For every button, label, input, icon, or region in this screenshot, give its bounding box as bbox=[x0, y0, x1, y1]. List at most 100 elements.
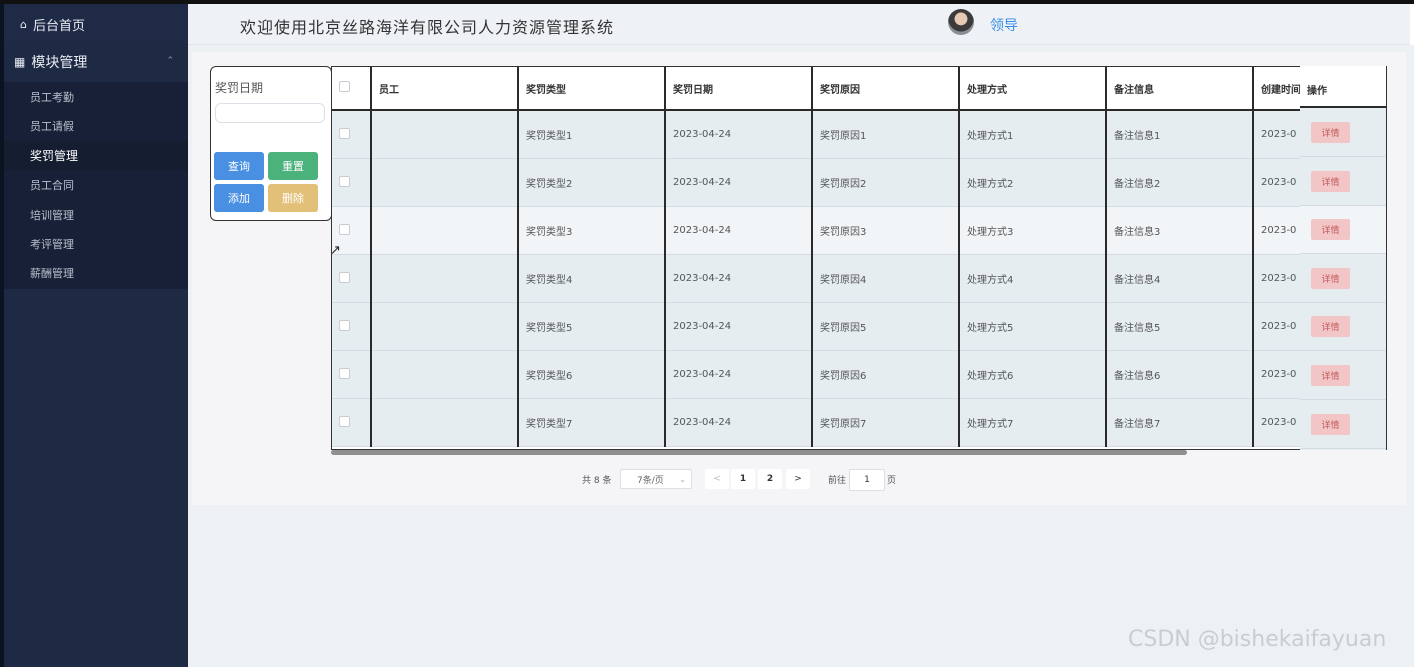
sidebar-item-attendance[interactable]: 员工考勤 bbox=[4, 82, 188, 111]
nav-module-management[interactable]: ▦ 模块管理 ⌃ bbox=[4, 44, 188, 80]
operation-column: 操作 详情 详情 详情 详情 详情 详情 详情 bbox=[1300, 66, 1386, 450]
chevron-down-icon: ⌄ bbox=[679, 474, 686, 484]
table-cell-type: 奖罚类型2 bbox=[518, 158, 666, 207]
next-page-button[interactable]: > bbox=[786, 469, 810, 489]
table-cell-type: 奖罚类型3 bbox=[518, 206, 666, 255]
detail-button[interactable]: 详情 bbox=[1311, 365, 1350, 386]
add-button[interactable]: 添加 bbox=[214, 184, 264, 212]
table-cell-employee bbox=[371, 398, 519, 447]
column-header[interactable]: 备注信息 bbox=[1106, 67, 1254, 111]
prev-page-button[interactable]: < bbox=[705, 469, 729, 489]
column-header: 操作 bbox=[1307, 86, 1327, 97]
row-checkbox[interactable] bbox=[339, 271, 350, 283]
reset-button[interactable]: 重置 bbox=[268, 152, 318, 180]
table-cell-reason: 奖罚原因7 bbox=[812, 398, 960, 447]
delete-button[interactable]: 删除 bbox=[268, 184, 318, 212]
horizontal-scrollbar[interactable] bbox=[331, 450, 1187, 455]
sidebar-item-label: 员工考勤 bbox=[30, 90, 74, 104]
table-cell-type: 奖罚类型5 bbox=[518, 302, 666, 351]
row-checkbox-cell bbox=[332, 398, 372, 447]
row-checkbox-cell bbox=[332, 350, 372, 399]
sidebar-item-contract[interactable]: 员工合同 bbox=[4, 170, 188, 199]
username[interactable]: 领导 bbox=[990, 15, 1018, 35]
sidebar-item-leave[interactable]: 员工请假 bbox=[4, 111, 188, 140]
sidebar-item-evaluation[interactable]: 考评管理 bbox=[4, 229, 188, 258]
table-cell-date: 2023-04-24 bbox=[665, 110, 813, 159]
detail-button[interactable]: 详情 bbox=[1311, 122, 1350, 143]
pagination-total: 共 8 条 bbox=[582, 475, 612, 486]
nav-home[interactable]: ⌂ 后台首页 bbox=[4, 6, 188, 42]
row-checkbox[interactable] bbox=[339, 127, 350, 139]
table-cell-reason: 奖罚原因1 bbox=[812, 110, 960, 159]
table-cell-method: 处理方式7 bbox=[959, 398, 1107, 447]
page-1-button[interactable]: 1 bbox=[731, 469, 755, 489]
row-checkbox[interactable] bbox=[339, 223, 350, 235]
column-header[interactable]: 奖罚原因 bbox=[812, 67, 960, 111]
table-cell-note: 备注信息6 bbox=[1106, 350, 1254, 399]
table-cell-method: 处理方式5 bbox=[959, 302, 1107, 351]
row-checkbox[interactable] bbox=[339, 367, 350, 379]
row-checkbox[interactable] bbox=[339, 415, 350, 427]
table-cell-note: 备注信息7 bbox=[1106, 398, 1254, 447]
column-header[interactable]: 奖罚类型 bbox=[518, 67, 666, 111]
table-cell-employee bbox=[371, 110, 519, 159]
goto-page-input[interactable]: 1 bbox=[849, 469, 885, 491]
column-header[interactable]: 奖罚日期 bbox=[665, 67, 813, 111]
table-cell-note: 备注信息1 bbox=[1106, 110, 1254, 159]
table-cell-date: 2023-04-24 bbox=[665, 350, 813, 399]
sidebar: ⌂ 后台首页 ▦ 模块管理 ⌃ 员工考勤 员工请假 奖罚管理 员工合同 培训管理… bbox=[0, 4, 188, 667]
sidebar-item-label: 员工请假 bbox=[30, 119, 74, 133]
detail-button[interactable]: 详情 bbox=[1311, 316, 1350, 338]
table-cell-reason: 奖罚原因6 bbox=[812, 350, 960, 399]
table-cell-note: 备注信息2 bbox=[1106, 158, 1254, 207]
table-cell-method: 处理方式6 bbox=[959, 350, 1107, 399]
table-cell-date: 2023-04-24 bbox=[665, 206, 813, 255]
sidebar-item-salary[interactable]: 薪酬管理 bbox=[4, 258, 188, 287]
date-input[interactable] bbox=[215, 103, 325, 123]
table-cell-reason: 奖罚原因5 bbox=[812, 302, 960, 351]
detail-button[interactable]: 详情 bbox=[1311, 413, 1350, 435]
operation-cell: 详情 bbox=[1300, 303, 1386, 352]
page-title: 欢迎使用北京丝路海洋有限公司人力资源管理系统 bbox=[240, 18, 615, 37]
table-cell-method: 处理方式2 bbox=[959, 158, 1107, 207]
table-row: 奖罚类型4 2023-04-24 奖罚原因4 处理方式4 备注信息4 2023-0 bbox=[332, 254, 1386, 303]
page-2-button[interactable]: 2 bbox=[758, 469, 782, 489]
table-row: 奖罚类型1 2023-04-24 奖罚原因1 处理方式1 备注信息1 2023-0 bbox=[332, 110, 1386, 159]
detail-button[interactable]: 详情 bbox=[1311, 267, 1350, 289]
table-cell-reason: 奖罚原因2 bbox=[812, 158, 960, 207]
sidebar-item-training[interactable]: 培训管理 bbox=[4, 200, 188, 229]
row-checkbox-cell bbox=[332, 158, 372, 207]
table-cell-type: 奖罚类型6 bbox=[518, 350, 666, 399]
table-cell-employee bbox=[371, 350, 519, 399]
mouse-cursor-icon: ↗ bbox=[330, 243, 341, 258]
select-all-checkbox[interactable] bbox=[339, 81, 350, 92]
detail-button[interactable]: 详情 bbox=[1311, 219, 1350, 241]
column-header[interactable]: 员工 bbox=[371, 67, 519, 111]
table-row: 奖罚类型6 2023-04-24 奖罚原因6 处理方式6 备注信息6 2023-0 bbox=[332, 350, 1386, 399]
table-cell-type: 奖罚类型1 bbox=[518, 110, 666, 159]
page-size-select[interactable]: 7条/页 ⌄ bbox=[620, 469, 692, 489]
detail-button[interactable]: 详情 bbox=[1311, 170, 1350, 192]
sidebar-item-label: 薪酬管理 bbox=[30, 266, 74, 280]
operation-cell: 详情 bbox=[1300, 255, 1386, 303]
table-cell-note: 备注信息5 bbox=[1106, 302, 1254, 351]
home-icon: ⌂ bbox=[20, 17, 27, 31]
table-cell-reason: 奖罚原因3 bbox=[812, 206, 960, 255]
page-suffix: 页 bbox=[887, 475, 897, 486]
operation-cell: 详情 bbox=[1300, 401, 1386, 449]
query-button[interactable]: 查询 bbox=[214, 152, 264, 180]
operation-cell: 详情 bbox=[1300, 109, 1386, 157]
data-table: 员工 奖罚类型 奖罚日期 奖罚原因 处理方式 备注信息 创建时间 奖罚类型1 20… bbox=[331, 66, 1387, 450]
row-checkbox-cell bbox=[332, 302, 372, 351]
row-checkbox[interactable] bbox=[339, 319, 350, 331]
table-cell-date: 2023-04-24 bbox=[665, 254, 813, 303]
avatar[interactable] bbox=[948, 9, 974, 35]
goto-label: 前往 bbox=[828, 475, 847, 486]
row-checkbox[interactable] bbox=[339, 175, 350, 187]
table-row: 奖罚类型2 2023-04-24 奖罚原因2 处理方式2 备注信息2 2023-0 bbox=[332, 158, 1386, 207]
search-panel: 奖罚日期 查询 重置 添加 删除 bbox=[210, 66, 332, 221]
table-row: 奖罚类型3 2023-04-24 奖罚原因3 处理方式3 备注信息3 2023-0 bbox=[332, 206, 1386, 255]
table-cell-method: 处理方式3 bbox=[959, 206, 1107, 255]
sidebar-item-reward-punishment[interactable]: 奖罚管理 bbox=[4, 141, 188, 170]
column-header[interactable]: 处理方式 bbox=[959, 67, 1107, 111]
